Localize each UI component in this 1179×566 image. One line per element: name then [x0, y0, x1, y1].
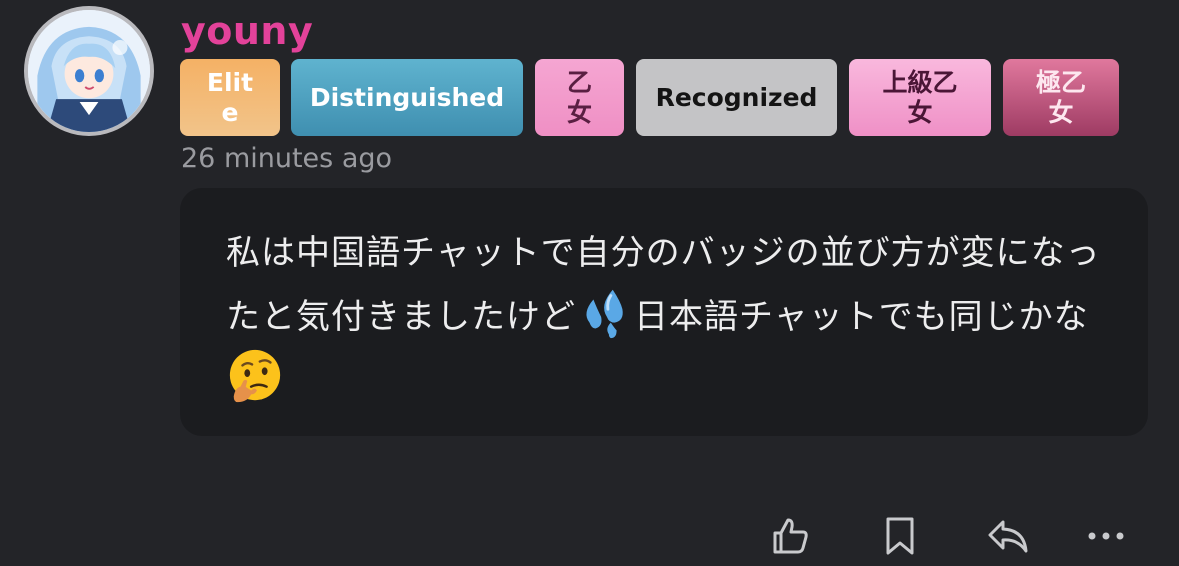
badge-label: Distinguished: [309, 82, 505, 112]
badge-recognized[interactable]: Recognized: [636, 59, 837, 136]
sweat-droplets-icon: [576, 284, 634, 342]
post-actions: [0, 512, 1179, 562]
badge-otome[interactable]: 乙女: [535, 59, 624, 136]
reply-icon: [988, 520, 1028, 553]
like-button[interactable]: [766, 512, 814, 560]
more-icon: [1088, 532, 1124, 540]
avatar-image: [28, 10, 150, 132]
username[interactable]: youny: [181, 6, 313, 56]
timestamp: 26 minutes ago: [181, 143, 393, 174]
badge-jokyu-otome[interactable]: 上級乙女: [849, 59, 991, 136]
message-bubble[interactable]: 私は中国語チャットで自分のバッジの並び方が変になったと気付きましたけど 日本語チ…: [180, 188, 1148, 436]
message-part2: 日本語チャットでも同じかな: [634, 297, 1089, 337]
bookmark-icon: [886, 517, 914, 555]
badge-elite[interactable]: Elite: [180, 59, 280, 136]
more-button[interactable]: [1082, 512, 1130, 560]
badge-label: Elite: [206, 67, 254, 127]
badge-goku-otome[interactable]: 極乙女: [1003, 59, 1119, 136]
message-text: 私は中国語チャットで自分のバッジの並び方が変になったと気付きましたけど 日本語チ…: [226, 222, 1102, 412]
bookmark-button[interactable]: [876, 512, 924, 560]
badge-label: Recognized: [655, 82, 818, 112]
badge-distinguished[interactable]: Distinguished: [291, 59, 523, 136]
avatar[interactable]: [24, 6, 154, 136]
badge-label: 乙女: [566, 67, 592, 127]
reply-button[interactable]: [984, 512, 1032, 560]
thumbs-up-icon: [773, 518, 808, 554]
badge-label: 上級乙女: [882, 67, 958, 127]
thinking-face-icon: [226, 348, 284, 406]
badge-label: 極乙女: [1035, 67, 1086, 127]
